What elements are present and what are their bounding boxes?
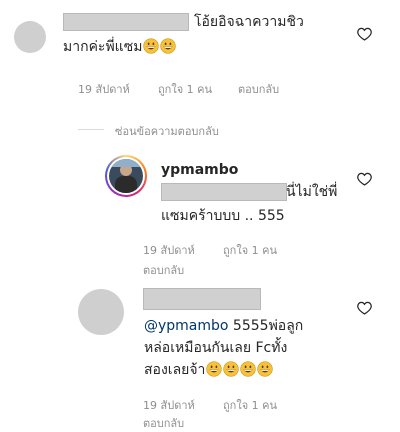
hide-replies-button[interactable]: ซ่อนข้อความตอบกลับ xyxy=(115,122,219,140)
redacted-username xyxy=(63,13,189,31)
heart-outline-icon[interactable] xyxy=(357,301,372,315)
user-avatar-photo xyxy=(109,159,143,193)
commenter-avatar[interactable] xyxy=(78,289,124,335)
comment-text-line2-text: มากค่ะพี่แซม xyxy=(63,39,143,55)
story-ring-avatar[interactable] xyxy=(105,155,147,197)
grinning-emoji xyxy=(160,38,177,54)
comment-time[interactable]: 19 สัปดาห์ xyxy=(78,80,130,98)
reply-text-line1: นี่ไม่ใช่พี่ xyxy=(286,184,338,200)
heart-outline-icon[interactable] xyxy=(357,27,372,41)
grinning-emoji xyxy=(206,361,223,377)
reply2-text-line3-text: สองเลยจ้า xyxy=(144,362,206,378)
heart-outline-icon[interactable] xyxy=(357,172,372,186)
reply2-text-line3: สองเลยจ้า xyxy=(144,360,274,380)
reply-username[interactable]: ypmambo xyxy=(161,160,238,180)
reply2-text-line2: หล่อเหมือนกันเลย Fcทั้ง xyxy=(144,340,288,356)
grinning-emoji xyxy=(240,361,257,377)
reply-time[interactable]: 19 สัปดาห์ xyxy=(143,241,195,259)
hide-replies-divider xyxy=(78,129,104,130)
redacted-username xyxy=(143,288,261,310)
grinning-emoji xyxy=(257,361,274,377)
comment-likes[interactable]: ถูกใจ 1 คน xyxy=(158,80,212,98)
comment-reply-button[interactable]: ตอบกลับ xyxy=(238,80,279,98)
reply2-text-line1: @ypmambo 5555พ่อลูก xyxy=(144,316,303,336)
comment-text-line1: โอ้ยอิจฉาความชิว xyxy=(194,14,304,30)
reply2-likes[interactable]: ถูกใจ 1 คน xyxy=(223,396,277,414)
reply-reply-button[interactable]: ตอบกลับ xyxy=(143,261,184,279)
mention-link[interactable]: @ypmambo xyxy=(144,318,228,334)
grinning-emoji xyxy=(143,38,160,54)
comment-text-line2: มากค่ะพี่แซม xyxy=(63,37,177,57)
grinning-emoji xyxy=(223,361,240,377)
reply2-time[interactable]: 19 สัปดาห์ xyxy=(143,396,195,414)
redacted-text xyxy=(161,183,287,201)
reply-text-line2: แซมคร้าบบบ .. 555 xyxy=(161,208,285,224)
commenter-avatar[interactable] xyxy=(14,21,46,53)
reply2-reply-button[interactable]: ตอบกลับ xyxy=(143,414,184,432)
reply2-text-line1-rest: 5555พ่อลูก xyxy=(228,318,304,334)
reply-likes[interactable]: ถูกใจ 1 คน xyxy=(223,241,277,259)
